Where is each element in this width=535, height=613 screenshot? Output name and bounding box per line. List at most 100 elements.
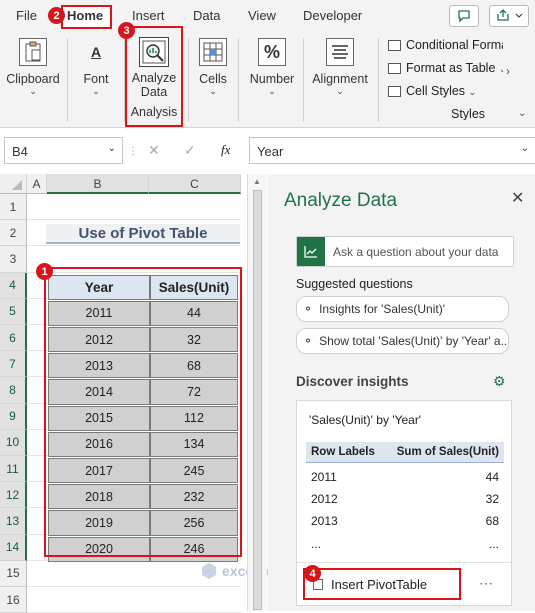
ribbon: Clipboard ⌄ A Font ⌄ Analyze Data Analys… xyxy=(0,26,535,128)
name-box[interactable]: B4 ⌄ xyxy=(4,137,123,164)
insight-row-value: 44 xyxy=(485,470,499,484)
cancel-icon[interactable]: ✕ xyxy=(148,142,160,159)
cells-label: Cells xyxy=(199,72,227,86)
suggestion-chip-1[interactable]: ⚬ Insights for 'Sales(Unit)' xyxy=(296,296,509,322)
scroll-up-icon[interactable]: ▲ xyxy=(253,177,261,186)
row-header-5[interactable]: 5 xyxy=(0,298,27,325)
row-header-12[interactable]: 12 xyxy=(0,482,27,509)
column-header-b[interactable]: B xyxy=(47,174,149,194)
tab-insert[interactable]: Insert xyxy=(132,8,165,23)
insight-table-row: 2012 32 xyxy=(306,489,504,509)
analyze-data-button[interactable]: Analyze Data Analysis xyxy=(128,37,180,119)
divider xyxy=(297,562,511,563)
tab-data[interactable]: Data xyxy=(193,8,220,23)
suggestion-chip-2[interactable]: ⚬ Show total 'Sales(Unit)' by 'Year' a... xyxy=(296,328,509,354)
number-group[interactable]: % Number ⌄ xyxy=(245,38,299,97)
settings-gear-icon[interactable]: ⚙ xyxy=(493,373,506,390)
analysis-group-label: Analysis xyxy=(130,105,178,119)
formula-value: Year xyxy=(257,144,284,159)
ribbon-tab-bar: File Home Insert Data View Developer xyxy=(0,0,535,32)
tab-home[interactable]: Home xyxy=(67,8,103,23)
row-header-8[interactable]: 8 xyxy=(0,377,27,404)
comments-button[interactable] xyxy=(449,5,479,27)
gridline xyxy=(27,219,241,221)
sum-header: Sum of Sales(Unit) xyxy=(396,446,499,458)
row-labels-header: Row Labels xyxy=(311,446,375,458)
alignment-group[interactable]: Alignment ⌄ xyxy=(308,38,372,97)
row-header-7[interactable]: 7 xyxy=(0,351,27,378)
gridline xyxy=(27,245,241,247)
row-header-3[interactable]: 3 xyxy=(0,246,27,273)
clipboard-group[interactable]: Clipboard ⌄ xyxy=(6,38,60,97)
more-options-icon[interactable]: ⋯ xyxy=(479,575,493,592)
gridline xyxy=(27,586,241,587)
row-header-2[interactable]: 2 xyxy=(0,220,27,247)
column-header-a[interactable]: A xyxy=(27,174,47,194)
styles-group: Conditional Forma Format as Table ⌄ Cell… xyxy=(388,38,503,120)
lightbulb-icon: ⚬ xyxy=(303,334,314,348)
watermark-logo-icon xyxy=(202,563,216,579)
chevron-down-icon: ⌄ xyxy=(520,143,529,154)
suggestion-text-2: Show total 'Sales(Unit)' by 'Year' a... xyxy=(319,334,509,348)
row-header-6[interactable]: 6 xyxy=(0,325,27,352)
share-button[interactable] xyxy=(489,5,529,27)
table-icon xyxy=(388,63,401,75)
scroll-thumb[interactable] xyxy=(253,190,262,610)
tab-view[interactable]: View xyxy=(248,8,276,23)
divider xyxy=(303,38,304,122)
formula-input[interactable]: Year ⌄ xyxy=(249,137,535,164)
vertical-scrollbar[interactable]: ▲ xyxy=(247,174,267,611)
chevron-down-icon: ⌄ xyxy=(336,86,344,96)
chevron-down-icon: ⌄ xyxy=(209,86,217,96)
worksheet-grid[interactable]: A B C 1 2 3 4 5 6 7 8 9 10 11 12 13 14 15 16 Use of Piv… xyxy=(0,174,294,613)
conditional-formatting-label: Conditional Forma xyxy=(406,38,503,52)
chart-icon xyxy=(297,237,325,266)
pane-title: Analyze Data xyxy=(284,190,398,211)
alignment-icon xyxy=(326,38,354,66)
chevron-down-icon: ⌄ xyxy=(92,86,100,96)
row-header-9[interactable]: 9 xyxy=(0,403,27,430)
row-header-14[interactable]: 14 xyxy=(0,534,27,561)
font-icon: A xyxy=(90,44,102,60)
cells-group[interactable]: Cells ⌄ xyxy=(193,38,233,97)
insert-pivottable-button[interactable]: Insert PivotTable xyxy=(303,568,461,600)
cell-styles-button[interactable]: Cell Styles ⌄ xyxy=(388,84,476,98)
row-header-11[interactable]: 11 xyxy=(0,456,27,483)
row-header-15[interactable]: 15 xyxy=(0,560,27,587)
step-badge-2: 2 xyxy=(48,7,65,24)
cell-styles-label: Cell Styles xyxy=(406,84,466,98)
step-badge-4: 4 xyxy=(304,565,321,582)
ask-question-input[interactable]: Ask a question about your data xyxy=(296,236,514,267)
insight-card[interactable]: 'Sales(Unit)' by 'Year' Row Labels Sum o… xyxy=(296,400,512,606)
close-icon[interactable]: ✕ xyxy=(511,188,524,208)
divider xyxy=(67,38,68,122)
row-header-16[interactable]: 16 xyxy=(0,587,27,613)
insert-pivottable-label: Insert PivotTable xyxy=(331,576,428,592)
collapse-ribbon-icon[interactable]: ⌄ xyxy=(518,108,526,119)
divider xyxy=(378,38,379,122)
cells-icon xyxy=(199,38,227,66)
insert-function-icon[interactable]: fx xyxy=(221,142,230,158)
number-label: Number xyxy=(249,72,295,86)
row-header-13[interactable]: 13 xyxy=(0,508,27,535)
format-as-table-button[interactable]: Format as Table ⌄ xyxy=(388,61,503,75)
conditional-formatting-button[interactable]: Conditional Forma xyxy=(388,38,503,52)
ask-question-placeholder: Ask a question about your data xyxy=(333,244,499,259)
tab-developer[interactable]: Developer xyxy=(303,8,362,23)
font-group[interactable]: A Font ⌄ xyxy=(74,38,118,97)
enter-icon[interactable]: ✓ xyxy=(184,142,196,159)
name-box-value: B4 xyxy=(12,144,28,159)
scroll-right-icon[interactable]: › xyxy=(506,64,510,78)
row-header-10[interactable]: 10 xyxy=(0,429,27,456)
tab-file[interactable]: File xyxy=(16,8,37,23)
sheet-title[interactable]: Use of Pivot Table xyxy=(46,224,240,244)
insight-row-value: 32 xyxy=(485,492,499,506)
row-header-4[interactable]: 4 xyxy=(0,272,27,299)
chevron-down-icon: ⌄ xyxy=(29,86,37,96)
insight-table-row: 2011 44 xyxy=(306,467,504,487)
select-all-corner[interactable] xyxy=(0,174,27,194)
font-label: Font xyxy=(83,72,109,86)
row-header-1[interactable]: 1 xyxy=(0,194,27,221)
column-header-c[interactable]: C xyxy=(149,174,241,194)
insight-row-label: 2012 xyxy=(311,492,338,506)
